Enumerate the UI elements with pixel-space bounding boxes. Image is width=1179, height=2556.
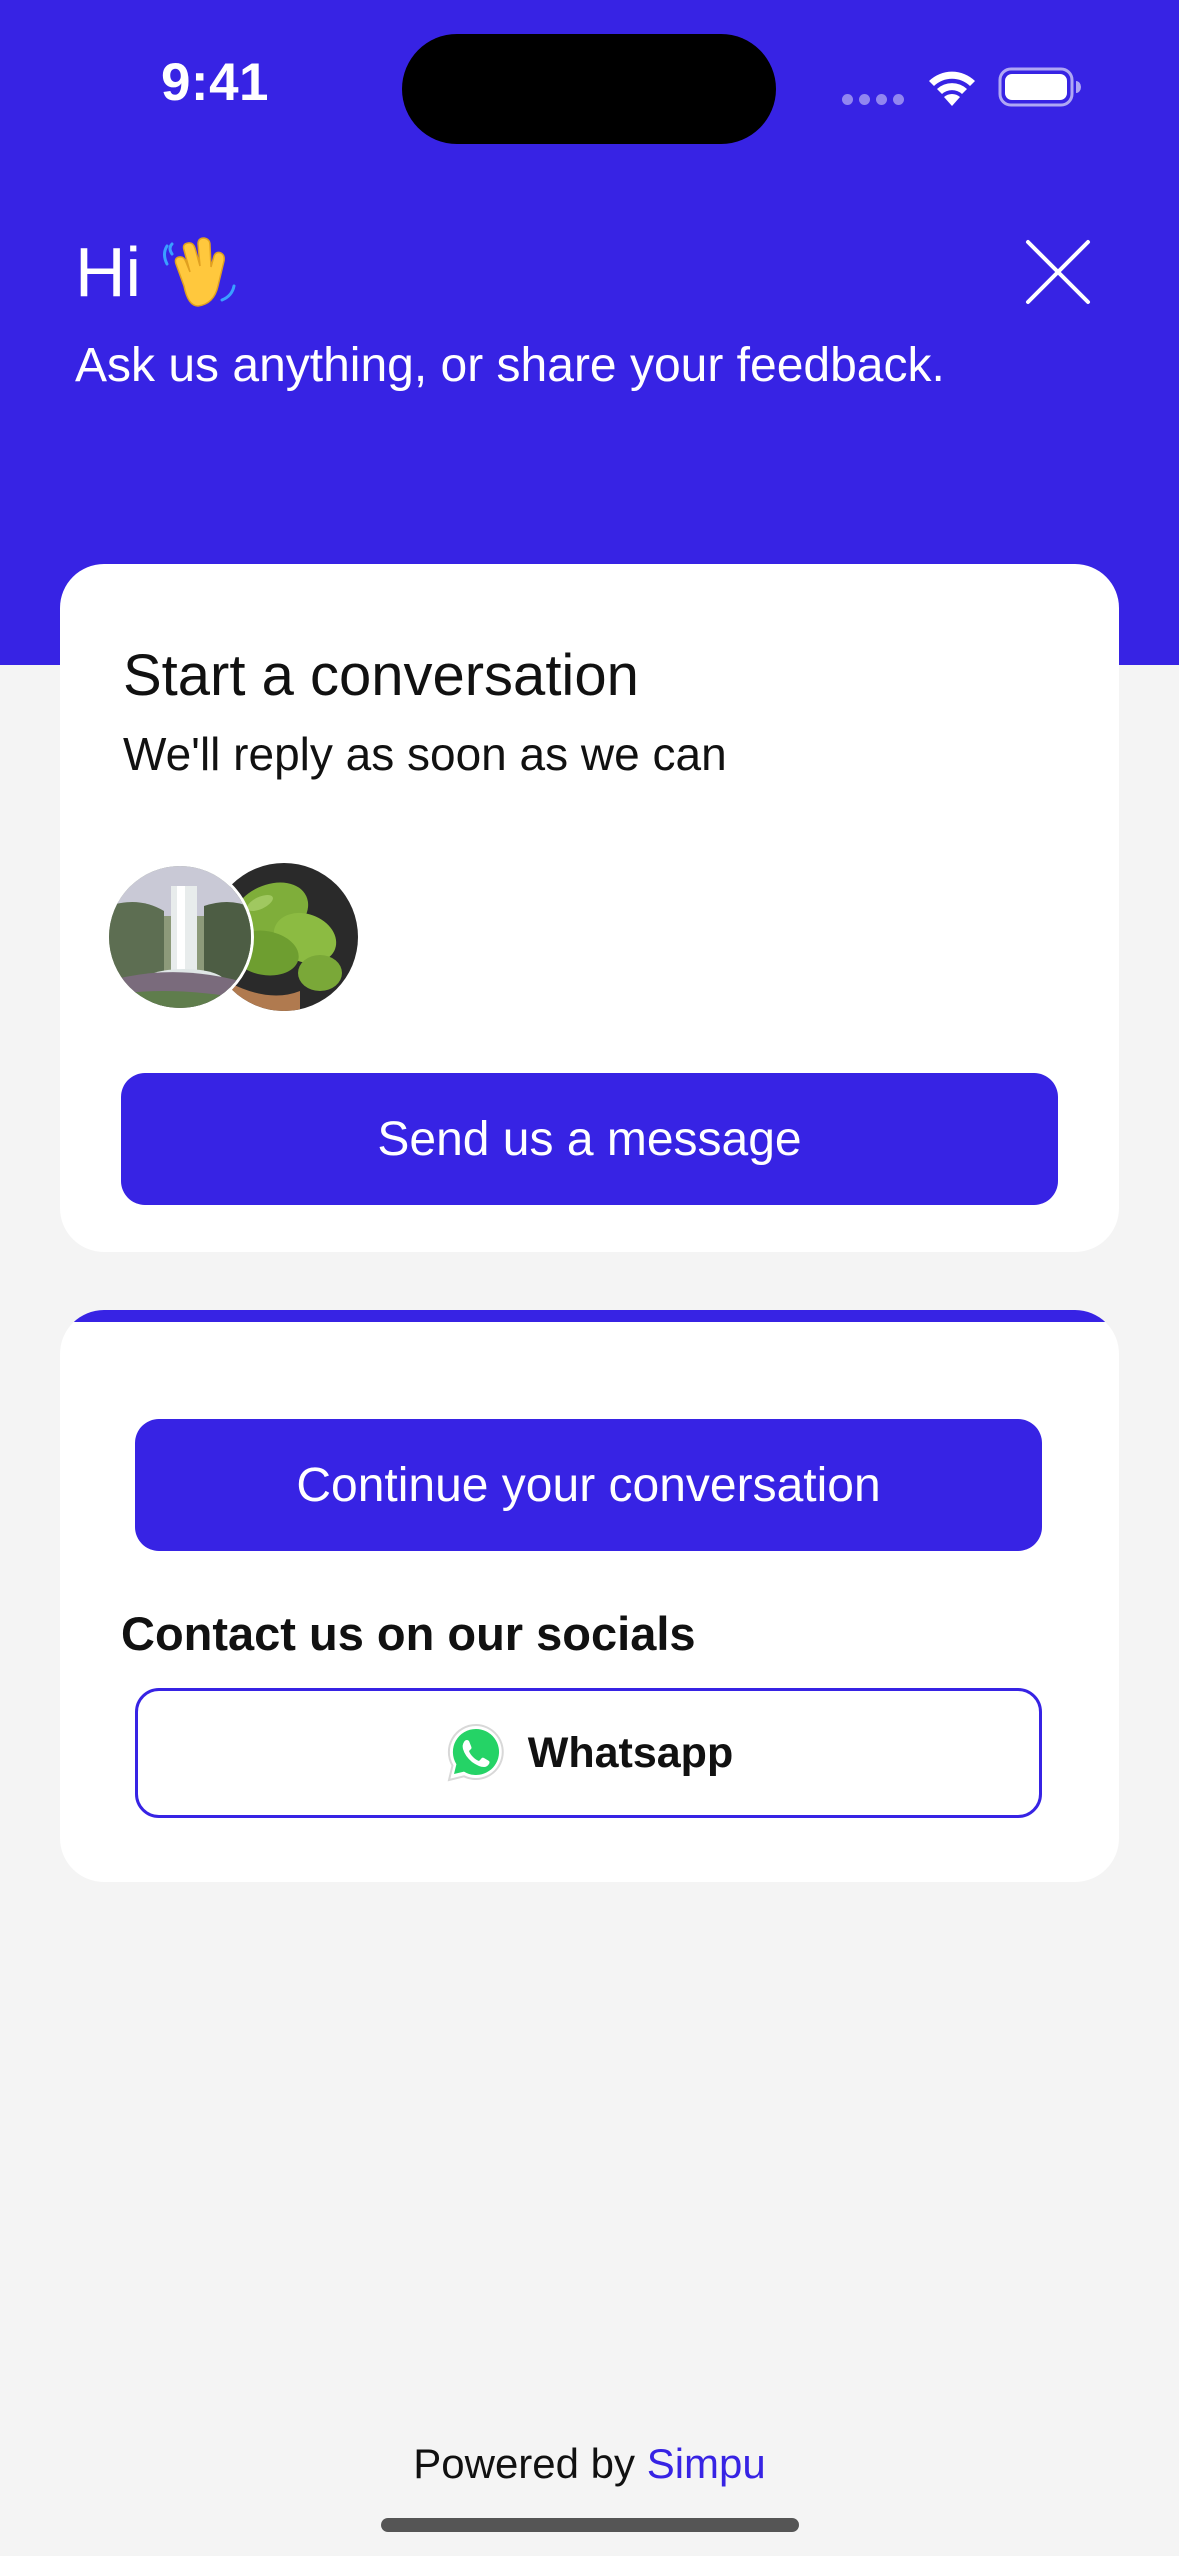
card-accent-line [60,1310,1119,1322]
whatsapp-icon [447,1723,504,1782]
powered-by-label: Powered by [413,2440,636,2487]
powered-by-footer: Powered by Simpu [0,2440,1179,2488]
greeting-title: Hi [75,233,142,311]
contact-card: Continue your conversation Contact us on… [60,1310,1119,1882]
brand-link[interactable]: Simpu [647,2440,766,2487]
waving-hand-icon [163,237,236,307]
header-subtitle: Ask us anything, or share your feedback. [75,339,945,392]
card-subtitle: We'll reply as soon as we can [123,728,727,780]
close-icon[interactable] [1022,236,1094,308]
battery-icon [998,67,1081,107]
socials-title: Contact us on our socials [121,1607,696,1660]
status-time: 9:41 [160,53,270,112]
home-indicator[interactable] [381,2518,799,2532]
agent-avatar-waterfall [106,863,254,1011]
start-conversation-card: Start a conversation We'll reply as soon… [60,564,1119,1252]
wifi-icon [929,71,975,106]
continue-conversation-button[interactable]: Continue your conversation [135,1419,1042,1551]
whatsapp-label: Whatsapp [527,1728,734,1777]
cellular-signal-icon [842,94,904,105]
whatsapp-button[interactable]: Whatsapp [135,1688,1042,1818]
send-message-button[interactable]: Send us a message [121,1073,1058,1205]
messenger-home-screen: 9:41 Hi Ask us anything, or share your f… [0,0,1179,2556]
dynamic-island [402,34,776,144]
card-title: Start a conversation [123,643,639,708]
